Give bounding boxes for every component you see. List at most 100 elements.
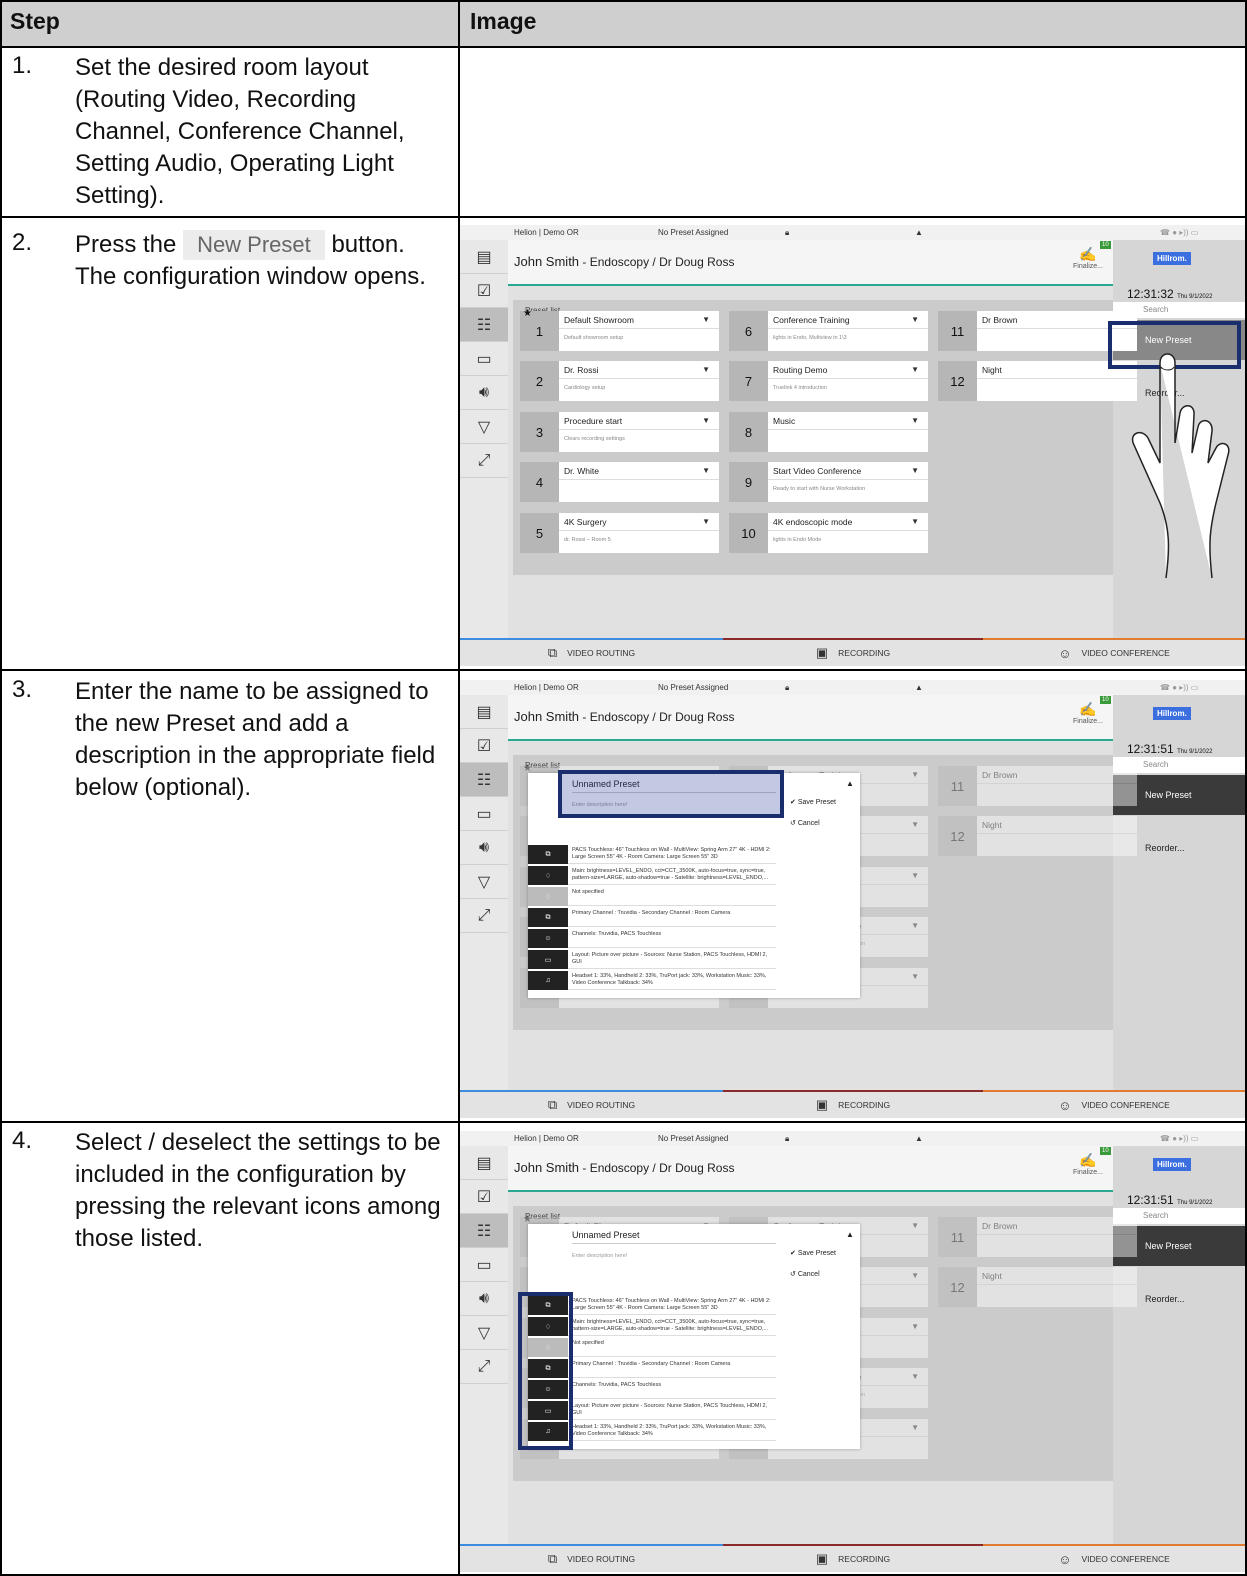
audio-icon[interactable]: 🔊︎ — [460, 831, 508, 865]
chevron-down-icon[interactable]: ▼ — [702, 365, 710, 374]
tab-recording[interactable]: ▣ RECORDING — [723, 1544, 983, 1572]
chevron-down-icon[interactable]: ▼ — [911, 1221, 919, 1230]
preset-card[interactable]: 6 Conference Training lights in Endo, Mult… — [729, 311, 928, 351]
chevron-down-icon[interactable]: ▼ — [702, 315, 710, 324]
clock: 12:31:51 Thu 9/1/2022 — [1127, 1193, 1213, 1207]
chevron-down-icon[interactable]: ▼ — [702, 416, 710, 425]
cancel-button[interactable]: ↺ Cancel — [790, 1270, 820, 1278]
chevron-up-icon[interactable]: ▲ — [846, 1230, 854, 1239]
preset-name-input[interactable]: Unnamed Preset — [572, 1230, 640, 1240]
chevron-down-icon[interactable]: ▼ — [702, 517, 710, 526]
audio-icon[interactable]: 🔊︎ — [460, 376, 508, 410]
finalize-button[interactable]: ✍ Finalize... — [1073, 701, 1103, 725]
display-icon[interactable]: ▭ — [460, 342, 508, 376]
chevron-down-icon[interactable]: ▼ — [911, 972, 919, 981]
patient-icon[interactable]: ▤ — [460, 240, 508, 274]
chevron-down-icon[interactable]: ▼ — [911, 1372, 919, 1381]
setting-toggle-icon[interactable]: ⧉ — [528, 908, 568, 927]
setting-toggle-icon[interactable]: ♢ — [528, 887, 568, 906]
preset-card[interactable]: 11 Dr Brown — [938, 1217, 1137, 1257]
step-number: 3. — [12, 676, 33, 703]
check-icon: ✔ — [790, 1250, 796, 1257]
tab-video-conference[interactable]: ☺ VIDEO CONFERENCE — [983, 1090, 1245, 1118]
preset-card[interactable]: 11 Dr Brown — [938, 766, 1137, 806]
chevron-down-icon[interactable]: ▼ — [911, 1271, 919, 1280]
setting-row: ▭ Layout: Picture over picture - Sources:… — [528, 950, 776, 969]
preset-description: lights in Endo Mode — [773, 537, 822, 543]
presets-icon[interactable]: ☷ — [460, 763, 508, 797]
chevron-up-icon[interactable]: ▲ — [846, 779, 854, 788]
preset-card[interactable]: 10 4K endoscopic mode lights in Endo Mode ▼ — [729, 513, 928, 553]
preset-card[interactable]: 5 4K Surgery dr. Rossi – Room 5 ▼ — [520, 513, 719, 553]
setting-summary: PACS Touchless: 46" Touchless on Wall - … — [572, 847, 771, 860]
checklist-icon[interactable]: ☑ — [460, 729, 508, 763]
preset-card[interactable]: 9 Start Video Conference Ready to start wi… — [729, 462, 928, 502]
cancel-button[interactable]: ↺ Cancel — [790, 819, 820, 827]
bottom-tabs: ⧉ VIDEO ROUTING ▣ RECORDING ☺ VIDEO CONFERE… — [460, 1544, 1245, 1572]
surgical-light-icon[interactable]: ▽ — [460, 865, 508, 899]
preset-name: Music — [773, 416, 796, 426]
tab-video-conference[interactable]: ☺ VIDEO CONFERENCE — [983, 638, 1245, 666]
presets-icon[interactable]: ☷ — [460, 1214, 508, 1248]
chevron-down-icon[interactable]: ▼ — [911, 416, 919, 425]
selection-tint — [562, 774, 780, 814]
tab-video-routing[interactable]: ⧉ VIDEO ROUTING — [460, 638, 723, 666]
chevron-down-icon[interactable]: ▼ — [702, 466, 710, 475]
setting-toggle-icon[interactable]: ▭ — [528, 950, 568, 969]
finalize-button[interactable]: ✍ Finalize... — [1073, 1152, 1103, 1176]
preset-card[interactable]: 2 Dr. Rossi Cardiology setup ▼ — [520, 361, 719, 401]
preset-card[interactable]: 7 Routing Demo Truelink 4 introduction ▼ — [729, 361, 928, 401]
camera-icon[interactable]: ⤢ — [460, 1350, 508, 1384]
chevron-down-icon[interactable]: ▼ — [911, 1423, 919, 1432]
save-preset-button[interactable]: ✔ Save Preset — [790, 798, 836, 806]
chevron-down-icon[interactable]: ▼ — [911, 517, 919, 526]
chevron-down-icon[interactable]: ▼ — [911, 315, 919, 324]
preset-description-input[interactable]: Enter description here! — [572, 1253, 627, 1259]
display-icon[interactable]: ▭ — [460, 797, 508, 831]
preset-card[interactable]: 12 Night — [938, 1267, 1137, 1307]
checklist-icon[interactable]: ☑ — [460, 1180, 508, 1214]
step-text: Press the New Preset button. The configu… — [75, 229, 450, 293]
patient-icon[interactable]: ▤ — [460, 695, 508, 729]
audio-icon[interactable]: 🔊︎ — [460, 1282, 508, 1316]
video-routing-icon: ⧉ — [547, 645, 558, 660]
chevron-down-icon[interactable]: ▼ — [911, 871, 919, 880]
chevron-down-icon[interactable]: ▼ — [911, 770, 919, 779]
setting-toggle-icon[interactable]: ☺ — [528, 929, 568, 948]
setting-toggle-icon[interactable]: ♢ — [528, 866, 568, 885]
tab-recording[interactable]: ▣ RECORDING — [723, 638, 983, 666]
chevron-down-icon[interactable]: ▼ — [911, 820, 919, 829]
chevron-down-icon[interactable]: ▼ — [911, 365, 919, 374]
checklist-icon[interactable]: ☑ — [460, 274, 508, 308]
step-number: 4. — [12, 1127, 33, 1154]
chevron-down-icon[interactable]: ▼ — [911, 466, 919, 475]
chevron-down-icon[interactable]: ▼ — [911, 921, 919, 930]
status-bar: Helion | Demo OR No Preset Assigned 🔒︎ ▲… — [460, 680, 1245, 695]
preset-card[interactable]: 8 Music ▼ — [729, 412, 928, 452]
preset-card[interactable]: 4 Dr. White ▼ — [520, 462, 719, 502]
display-icon[interactable]: ▭ — [460, 1248, 508, 1282]
preset-number: 5 — [520, 513, 559, 553]
tab-recording[interactable]: ▣ RECORDING — [723, 1090, 983, 1118]
finalize-button[interactable]: ✍ Finalize... — [1073, 246, 1103, 270]
save-preset-button[interactable]: ✔ Save Preset — [790, 1249, 836, 1257]
preset-name: Dr Brown — [982, 770, 1018, 780]
surgical-light-icon[interactable]: ▽ — [460, 410, 508, 444]
camera-icon[interactable]: ⤢ — [460, 444, 508, 478]
presets-icon[interactable]: ☷ — [460, 308, 508, 342]
preset-card[interactable]: 12 Night — [938, 816, 1137, 856]
surgical-light-icon[interactable]: ▽ — [460, 1316, 508, 1350]
setting-toggle-icon[interactable]: ♫ — [528, 971, 568, 990]
tab-video-conference[interactable]: ☺ VIDEO CONFERENCE — [983, 1544, 1245, 1572]
tab-video-routing[interactable]: ⧉ VIDEO ROUTING — [460, 1090, 723, 1118]
patient-icon[interactable]: ▤ — [460, 1146, 508, 1180]
status-bar: Helion | Demo OR No Preset Assigned 🔒︎ ▲… — [460, 1131, 1245, 1146]
setting-toggle-icon[interactable]: ⧉ — [528, 845, 568, 864]
preset-card[interactable]: 3 Procedure start Clears recording setting… — [520, 412, 719, 452]
status-icons: ☎ ● ▸)) ▭ — [1160, 228, 1199, 237]
status-icons: ☎ ● ▸)) ▭ — [1160, 683, 1199, 692]
camera-icon[interactable]: ⤢ — [460, 899, 508, 933]
preset-card[interactable]: 1Default ShowroomDefault showroom setup▼… — [520, 308, 719, 351]
tab-video-routing[interactable]: ⧉ VIDEO ROUTING — [460, 1544, 723, 1572]
chevron-down-icon[interactable]: ▼ — [911, 1322, 919, 1331]
